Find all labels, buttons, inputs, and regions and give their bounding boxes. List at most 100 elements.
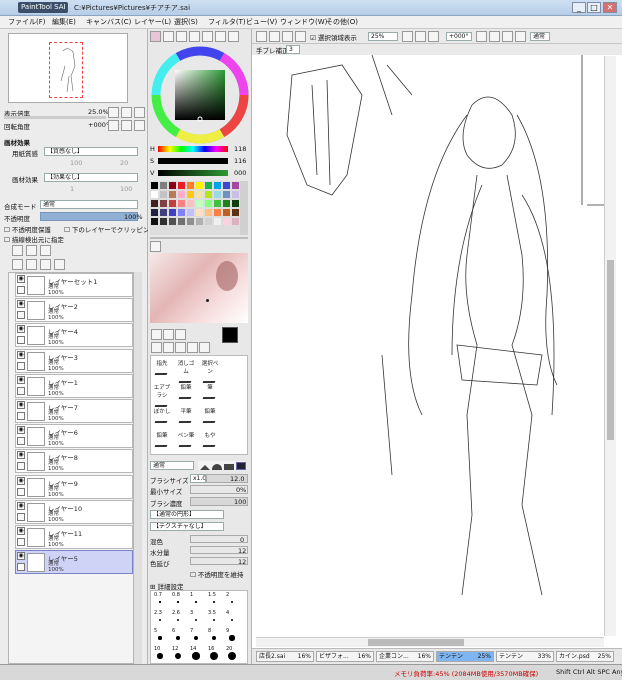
- color-swatch[interactable]: [160, 191, 167, 198]
- visibility-eye-icon[interactable]: ◉: [17, 350, 25, 359]
- brush-shape-select[interactable]: 【通常の円形】: [150, 510, 224, 519]
- visibility-eye-icon[interactable]: ◉: [17, 552, 25, 561]
- color-swatch[interactable]: [232, 218, 239, 225]
- brush-size-option[interactable]: 9: [226, 628, 229, 634]
- eyedropper-icon[interactable]: [199, 342, 210, 353]
- color-swatch[interactable]: [196, 200, 203, 207]
- canvas[interactable]: [252, 54, 622, 637]
- color-swatch[interactable]: [187, 218, 194, 225]
- menu-filter[interactable]: フィルタ(T): [208, 17, 246, 27]
- visibility-eye-icon[interactable]: ◉: [17, 375, 25, 384]
- zoom-slider[interactable]: [4, 116, 106, 119]
- move-icon[interactable]: [151, 342, 162, 353]
- color-swatch[interactable]: [169, 200, 176, 207]
- layer-lock-icon[interactable]: [17, 412, 25, 420]
- canvas-flip-icon[interactable]: [515, 31, 526, 42]
- vertical-scroll-thumb[interactable]: [607, 260, 614, 440]
- menu-view[interactable]: ビュー(V): [246, 17, 277, 27]
- brush-size-option[interactable]: 0.8: [172, 592, 180, 598]
- brush-size-dot[interactable]: [157, 653, 163, 659]
- canvas-mode-select[interactable]: 通常: [530, 32, 550, 41]
- color-swatch[interactable]: [169, 209, 176, 216]
- brush-size-option[interactable]: 6: [172, 628, 175, 634]
- layer-row[interactable]: ◉ レイヤー4 通常 100%: [15, 323, 133, 348]
- color-swatch[interactable]: [214, 191, 221, 198]
- visibility-eye-icon[interactable]: ◉: [17, 401, 25, 409]
- brush-size-option[interactable]: 14: [190, 646, 196, 652]
- brush-size-option[interactable]: 7: [190, 628, 193, 634]
- layer-lock-icon[interactable]: [17, 386, 25, 395]
- scratchpad-tab-icon[interactable]: [202, 31, 213, 42]
- brush-size-dot[interactable]: [158, 636, 162, 640]
- layer-lock-icon[interactable]: [17, 462, 25, 471]
- zoom-in-icon[interactable]: [121, 107, 132, 118]
- tip-sharp-icon[interactable]: [200, 465, 210, 470]
- layer-lock-icon[interactable]: [17, 487, 25, 496]
- color-swatch[interactable]: [160, 200, 167, 207]
- layer-row[interactable]: ◉ レイヤー2 通常 100%: [15, 298, 133, 323]
- rotate-icon[interactable]: [175, 342, 186, 353]
- canvas-zoom-out-icon[interactable]: [402, 31, 413, 42]
- brush-size-dot[interactable]: [192, 652, 200, 660]
- color-swatch[interactable]: [223, 191, 230, 198]
- brush-size-dot[interactable]: [195, 601, 197, 603]
- selection-rect-icon[interactable]: [151, 329, 162, 340]
- brush-size-option[interactable]: 2: [226, 592, 229, 598]
- tool-button[interactable]: 選択ペン: [200, 359, 220, 383]
- menu-select[interactable]: 選択(S): [174, 17, 198, 27]
- color-swatch[interactable]: [151, 209, 158, 216]
- brush-size-option[interactable]: 1.5: [208, 592, 216, 598]
- brush-size-dot[interactable]: [231, 601, 233, 603]
- foreground-color[interactable]: [222, 327, 238, 343]
- invert-toggle[interactable]: ☑ 選択領域表示: [310, 32, 357, 42]
- color-swatch[interactable]: [214, 209, 221, 216]
- color-swatch[interactable]: [214, 200, 221, 207]
- brush-size-dot[interactable]: [176, 636, 180, 640]
- tool-button[interactable]: ペン筆: [176, 431, 196, 449]
- tool-button[interactable]: ぼかし: [152, 407, 172, 425]
- magic-wand-icon[interactable]: [175, 329, 186, 340]
- layer-scrollbar[interactable]: [134, 272, 142, 664]
- brush-size-option[interactable]: 5: [154, 628, 157, 634]
- tool-button[interactable]: 鉛筆: [152, 431, 172, 449]
- navigator-preview[interactable]: [8, 33, 128, 103]
- color-swatch[interactable]: [205, 182, 212, 189]
- color-swatch[interactable]: [169, 218, 176, 225]
- opacity-protect-checkbox[interactable]: ☐ 不透明度保護: [4, 224, 51, 234]
- menu-file[interactable]: ファイル(F): [8, 17, 46, 27]
- tip-round-icon[interactable]: [212, 464, 222, 470]
- layer-lock-icon[interactable]: [17, 538, 25, 546]
- color-swatch[interactable]: [169, 191, 176, 198]
- color-swatch[interactable]: [196, 218, 203, 225]
- effect-select[interactable]: 【効果なし】: [44, 173, 138, 182]
- layer-lock-icon[interactable]: [17, 512, 25, 521]
- rotate-reset-icon[interactable]: [134, 120, 145, 131]
- color-swatch[interactable]: [160, 209, 167, 216]
- value-slider[interactable]: [158, 170, 228, 176]
- color-swatch[interactable]: [169, 182, 176, 189]
- close-button[interactable]: ✕: [603, 2, 617, 13]
- brush-size-option[interactable]: 3.5: [208, 610, 216, 616]
- menu-window[interactable]: ウィンドウ(W): [280, 17, 327, 27]
- document-tab[interactable]: 企業コン... 16%: [376, 651, 434, 662]
- color-swatch[interactable]: [205, 209, 212, 216]
- visibility-eye-icon[interactable]: ◉: [17, 501, 25, 510]
- menu-layer[interactable]: レイヤー(L): [134, 17, 171, 27]
- stabilizer-select[interactable]: 3: [286, 45, 300, 54]
- color-swatch[interactable]: [223, 200, 230, 207]
- color-swatch[interactable]: [187, 191, 194, 198]
- color-swatch[interactable]: [178, 200, 185, 207]
- color-wheel-tab-icon[interactable]: [150, 31, 161, 42]
- brush-size-dot[interactable]: [159, 601, 161, 603]
- clear-layer-icon[interactable]: [40, 259, 51, 270]
- blend-mode-select[interactable]: 通常: [40, 200, 138, 209]
- brush-size-option[interactable]: 1: [190, 592, 193, 598]
- brush-tip-selector[interactable]: [198, 461, 246, 470]
- layer-row[interactable]: ◉ レイヤー1 通常 100%: [15, 373, 133, 398]
- brush-size-option[interactable]: 12: [172, 646, 178, 652]
- layer-lock-icon[interactable]: [17, 311, 25, 320]
- menu-edit[interactable]: 編集(E): [52, 17, 76, 27]
- visibility-eye-icon[interactable]: ◉: [17, 451, 25, 460]
- tool-button[interactable]: 鉛筆: [176, 383, 196, 401]
- layer-row[interactable]: ◉ レイヤー11 通常 100%: [15, 525, 133, 549]
